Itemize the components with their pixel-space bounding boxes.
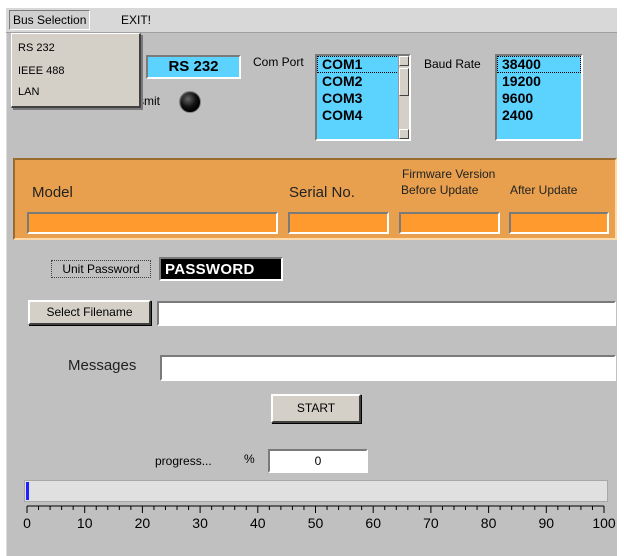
com-port-option[interactable]: COM1 [317,56,409,73]
scroll-up-icon[interactable] [399,56,409,66]
start-button[interactable]: START [271,394,361,423]
bus-selection-dropdown: RS 232 IEEE 488 LAN [11,33,141,108]
com-port-scrollbar[interactable] [398,56,409,139]
after-update-label: After Update [510,183,578,197]
baud-rate-option[interactable]: 38400 [497,56,581,73]
percent-symbol: % [244,452,255,466]
serial-label: Serial No. [289,184,355,201]
firmware-version-label: Firmware Version [402,167,496,181]
baud-rate-listbox[interactable]: 38400 19200 9600 2400 [495,54,583,141]
model-label: Model [32,184,73,201]
com-port-option[interactable]: COM2 [317,73,409,90]
menu-item-ieee488[interactable]: IEEE 488 [18,64,64,78]
select-filename-button[interactable]: Select Filename [28,300,151,325]
menu-exit[interactable]: EXIT! [118,12,154,28]
filename-field[interactable] [157,301,616,326]
current-bus-display: RS 232 [146,55,241,79]
menu-item-rs232[interactable]: RS 232 [18,41,55,55]
percent-value-field: 0 [268,449,368,473]
menu-item-lan[interactable]: LAN [18,85,39,99]
progress-label: progress... [155,454,212,468]
progress-bar-fill [26,482,29,500]
scroll-thumb[interactable] [399,68,409,96]
before-update-label: Before Update [401,183,479,197]
menu-bus-selection[interactable]: Bus Selection [9,10,91,30]
after-update-field [509,212,609,234]
com-port-option[interactable]: COM3 [317,90,409,107]
baud-rate-option[interactable]: 9600 [497,90,581,107]
com-port-listbox[interactable]: COM1 COM2 COM3 COM4 [315,54,411,141]
transmit-label: smit [138,94,160,108]
com-port-label: Com Port [253,55,304,69]
progress-bar [24,480,608,502]
menu-bar: Bus Selection EXIT! [6,8,617,33]
unit-password-label: Unit Password [51,260,151,278]
baud-rate-label: Baud Rate [424,57,481,71]
com-port-option[interactable]: COM4 [317,107,409,124]
scroll-down-icon[interactable] [399,129,409,139]
model-field [27,212,278,234]
messages-field [160,355,616,381]
baud-rate-option[interactable]: 19200 [497,73,581,90]
before-update-field [399,212,500,234]
password-field[interactable]: PASSWORD [159,257,283,281]
baud-rate-option[interactable]: 2400 [497,107,581,124]
messages-label: Messages [68,357,137,374]
transmit-led-indicator [179,91,201,113]
serial-field [288,212,389,234]
